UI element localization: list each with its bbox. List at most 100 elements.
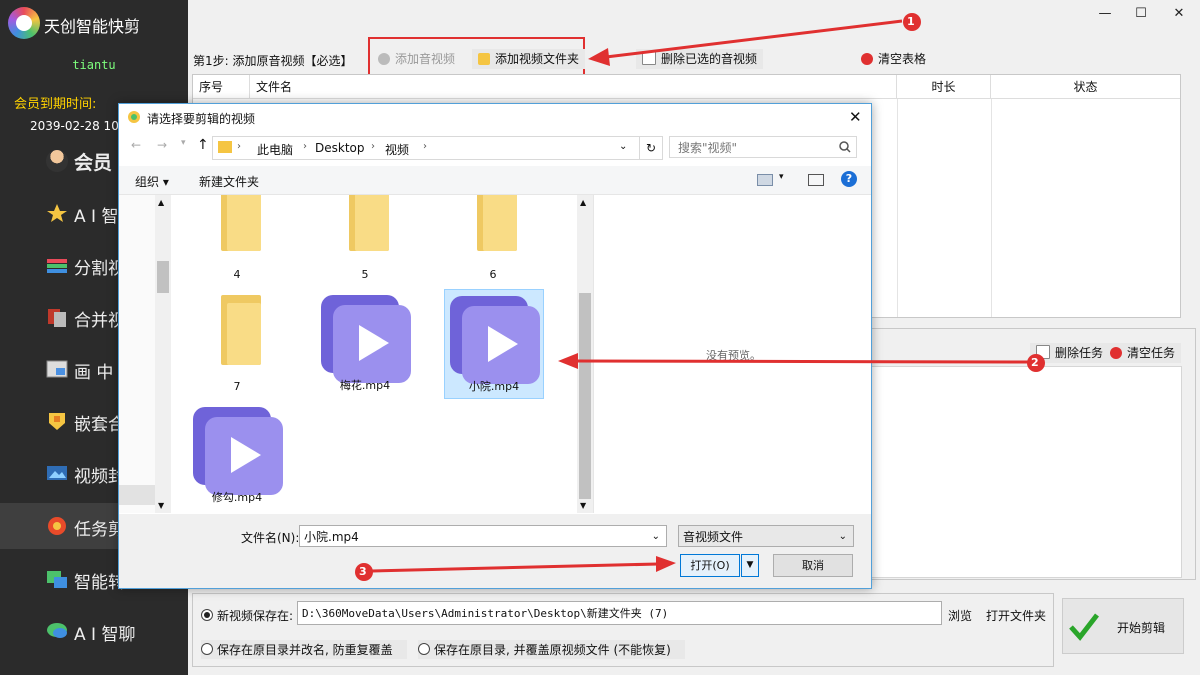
- clear-table-button[interactable]: 清空表格: [855, 49, 932, 69]
- search-input[interactable]: 搜索"视频": [669, 136, 857, 158]
- view-dropdown[interactable]: ▾: [779, 172, 784, 182]
- file-view-scroll-thumb[interactable]: [579, 293, 591, 499]
- organize-menu[interactable]: 组织 ▾: [135, 173, 169, 190]
- clear-table-label: 清空表格: [878, 52, 927, 66]
- navpane-hscroll[interactable]: [119, 485, 155, 505]
- path-separator: ›: [371, 141, 375, 152]
- delete-file-icon: [642, 51, 656, 65]
- nav-label: A I 智聊: [74, 625, 136, 645]
- username: tiantu: [72, 58, 116, 72]
- member-expiry-date: 2039-02-28 10: [30, 119, 119, 133]
- chevron-down-icon: ⌄: [651, 531, 660, 542]
- cancel-button[interactable]: 取消: [773, 554, 853, 577]
- folder-icon: [349, 195, 389, 251]
- arrow-1-head: [588, 48, 610, 66]
- col-filename-header[interactable]: 文件名: [250, 75, 897, 99]
- col-duration-header[interactable]: 时长: [897, 75, 991, 99]
- open-button[interactable]: 打开(O): [680, 554, 740, 577]
- dialog-close-button[interactable]: ✕: [849, 108, 862, 126]
- app-logo-center: [16, 15, 32, 31]
- forward-button[interactable]: →: [157, 138, 167, 152]
- video-file-item[interactable]: 梅花.mp4: [316, 289, 414, 397]
- open-file-dialog: 请选择要剪辑的视频 ✕ ← → ▾ ↑ › 此电脑 › Desktop › 视频…: [118, 103, 872, 589]
- save-rename-radio[interactable]: 保存在原目录并改名, 防重复覆盖: [201, 640, 407, 659]
- add-video-folder-button[interactable]: 添加视频文件夹: [472, 49, 586, 69]
- clear-icon: [861, 53, 873, 65]
- breadcrumb-desktop[interactable]: Desktop: [315, 141, 365, 155]
- task-list[interactable]: [864, 366, 1182, 578]
- file-name: 梅花.mp4: [339, 379, 391, 392]
- folder-item[interactable]: 6: [444, 195, 542, 285]
- video-file-item[interactable]: 修勾.mp4: [188, 401, 286, 509]
- magic-icon: [46, 202, 68, 224]
- merge-icon: [46, 306, 68, 328]
- minimize-button[interactable]: —: [1092, 6, 1118, 24]
- radio-unselected: [418, 643, 430, 655]
- close-window-button[interactable]: ✕: [1166, 6, 1192, 24]
- preview-pane: 没有预览。: [593, 195, 870, 513]
- app-name: 天创智能快剪: [44, 17, 141, 36]
- col-status-header[interactable]: 状态: [991, 75, 1180, 99]
- path-separator: ›: [303, 141, 307, 152]
- clear-task-button[interactable]: 清空任务: [1104, 343, 1182, 363]
- save-overwrite-radio[interactable]: 保存在原目录, 并覆盖原视频文件 (不能恢复): [418, 640, 685, 659]
- breadcrumb-videos[interactable]: 视频: [385, 141, 409, 158]
- folder-item[interactable]: 7: [188, 289, 286, 397]
- dialog-title: 请选择要剪辑的视频: [147, 112, 256, 126]
- delete-task-label: 删除任务: [1055, 346, 1104, 360]
- delete-task-button[interactable]: 删除任务: [1030, 343, 1110, 363]
- new-folder-button[interactable]: 新建文件夹: [199, 173, 259, 190]
- help-icon[interactable]: ?: [841, 171, 857, 187]
- split-icon: [46, 254, 68, 276]
- file-name: 7: [233, 380, 241, 393]
- filename-input[interactable]: 小院.mp4 ⌄: [299, 525, 667, 547]
- browse-button[interactable]: 浏览: [948, 607, 972, 624]
- start-edit-button[interactable]: 开始剪辑: [1062, 598, 1184, 654]
- back-button[interactable]: ←: [131, 138, 141, 152]
- video-file-item-selected[interactable]: 小院.mp4: [444, 289, 544, 399]
- check-icon: [1069, 613, 1099, 641]
- maximize-button[interactable]: ☐: [1128, 6, 1154, 24]
- chevron-down-icon: ⌄: [838, 531, 847, 542]
- folder-add-icon: [478, 53, 490, 65]
- navpane-scroll-thumb[interactable]: [157, 261, 169, 293]
- add-icon: [378, 53, 390, 65]
- folder-item[interactable]: 5: [316, 195, 414, 285]
- save-path-field[interactable]: D:\360MoveData\Users\Administrator\Deskt…: [297, 601, 942, 625]
- preview-pane-icon[interactable]: [808, 174, 824, 186]
- add-audio-video-button[interactable]: 添加音视频: [372, 49, 461, 69]
- filename-label: 文件名(N):: [241, 531, 300, 545]
- address-bar[interactable]: › 此电脑 › Desktop › 视频 › ⌄: [212, 136, 640, 160]
- save-new-location-radio[interactable]: 新视频保存在:: [201, 607, 293, 624]
- save-new-location-label: 新视频保存在:: [217, 609, 294, 623]
- nav-label: A I 智: [74, 207, 119, 227]
- flower-icon: [46, 515, 68, 537]
- open-folder-button[interactable]: 打开文件夹: [986, 607, 1046, 624]
- filetype-select[interactable]: 音视频文件 ⌄: [678, 525, 854, 547]
- folder-icon: [477, 195, 517, 251]
- nav-ai-chat[interactable]: A I 智聊: [0, 608, 188, 654]
- video-file-icon: [321, 295, 411, 385]
- breadcrumb-pc[interactable]: 此电脑: [257, 141, 293, 158]
- member-icon: [46, 150, 68, 172]
- convert-icon: [46, 568, 68, 590]
- up-button[interactable]: ↑: [197, 137, 209, 153]
- folder-icon: [218, 141, 232, 153]
- folder-item[interactable]: 4: [188, 195, 286, 285]
- file-name: 5: [361, 268, 369, 281]
- member-expiry-label: 会员到期时间:: [14, 97, 97, 112]
- view-mode-icon[interactable]: [757, 174, 773, 186]
- col-index-header[interactable]: 序号: [193, 75, 250, 99]
- start-edit-label: 开始剪辑: [1117, 621, 1166, 635]
- delete-selected-button[interactable]: 删除已选的音视频: [636, 49, 764, 69]
- file-view[interactable]: 4 5 6 7 梅花.mp4 小院.mp4 修勾.mp4: [173, 195, 577, 513]
- col-divider: [991, 99, 992, 317]
- file-view-scrollbar[interactable]: ▲ ▼: [577, 195, 593, 513]
- command-bar: 组织 ▾ 新建文件夹 ▾ ?: [119, 166, 871, 195]
- recent-dropdown[interactable]: ▾: [181, 138, 186, 148]
- open-dropdown-button[interactable]: ▼: [741, 554, 759, 577]
- navpane-scrollbar[interactable]: ▲ ▼: [119, 195, 171, 513]
- clear-task-label: 清空任务: [1127, 346, 1176, 360]
- refresh-button[interactable]: ↻: [639, 136, 663, 160]
- address-dropdown[interactable]: ⌄: [619, 141, 627, 152]
